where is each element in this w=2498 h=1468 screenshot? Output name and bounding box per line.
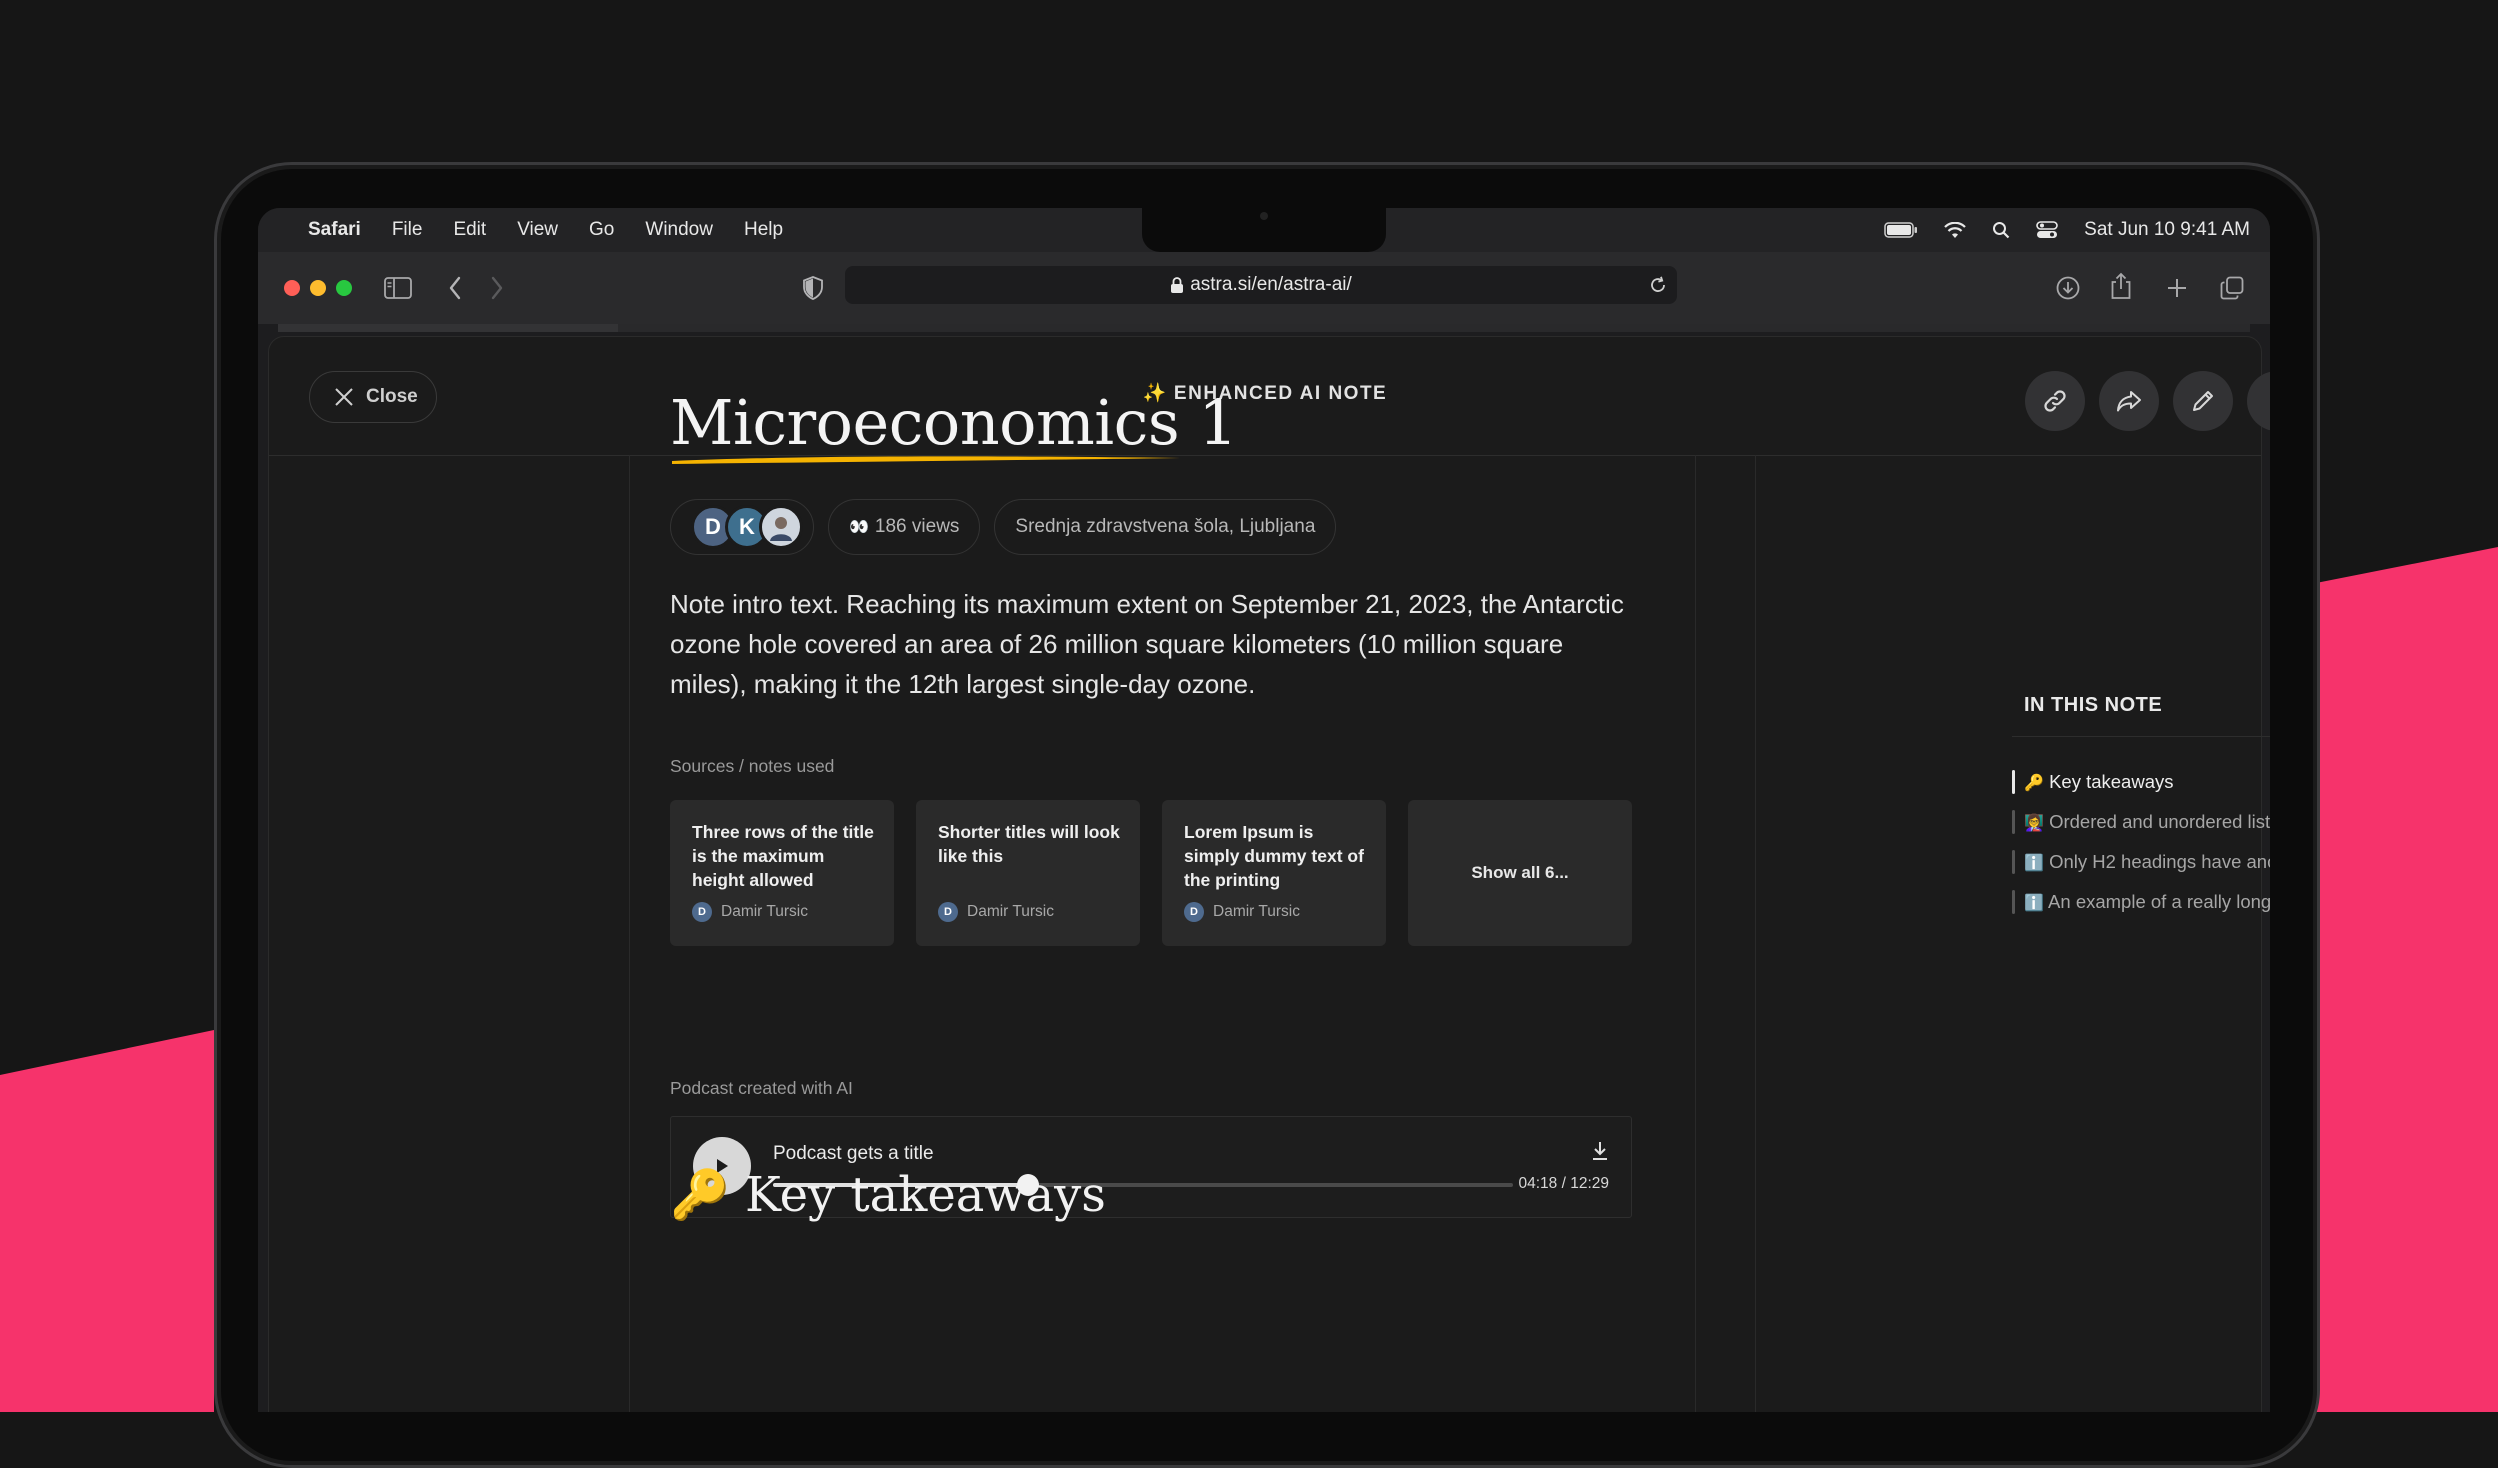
- teacher-icon: 👩‍🏫: [2024, 815, 2044, 832]
- note-intro: Note intro text. Reaching its maximum ex…: [670, 589, 1624, 699]
- download-icon[interactable]: [1591, 1141, 1609, 1161]
- info-icon: ℹ️: [2024, 855, 2044, 872]
- views-pill: 👀 186 views: [828, 499, 981, 555]
- camera-notch: [1142, 208, 1386, 252]
- podcast-time: 04:18 / 12:29: [1518, 1175, 1610, 1192]
- source-card-title: Lorem Ipsum is simply dummy text of the …: [1184, 822, 1364, 890]
- forward-icon[interactable]: [490, 276, 504, 300]
- toc-item-long-heading[interactable]: ℹ️ An example of a really long h2 headin…: [2024, 891, 2270, 913]
- toc-left-border: [1755, 455, 1756, 1412]
- section-heading: 🔑 Key takeaways: [670, 1166, 1106, 1223]
- menu-bar-status: Sat Jun 10 9:41 AM: [1884, 208, 2250, 252]
- url-text: astra.si/en/astra-ai/: [1190, 274, 1352, 295]
- toc-indicator: [2012, 890, 2015, 914]
- toc-item-ordered-lists[interactable]: 👩‍🏫 Ordered and unordered lists: [2024, 811, 2270, 833]
- section-heading-text: Key takeaways: [745, 1167, 1106, 1223]
- toc-divider: [2012, 736, 2270, 737]
- browser-toolbar: astra.si/en/astra-ai/: [258, 252, 2270, 324]
- back-icon[interactable]: [448, 276, 462, 300]
- share-icon[interactable]: [2110, 272, 2132, 300]
- podcast-title: Podcast gets a title: [773, 1143, 934, 1164]
- battery-icon[interactable]: [1884, 222, 1918, 238]
- menu-file[interactable]: File: [392, 219, 423, 241]
- privacy-shield-icon[interactable]: [803, 276, 823, 300]
- edit-button[interactable]: [2173, 371, 2233, 431]
- lock-icon: [1171, 277, 1184, 293]
- pencil-icon: [2193, 391, 2213, 411]
- more-options-button[interactable]: [2247, 371, 2270, 431]
- menu-app-name[interactable]: Safari: [308, 219, 361, 241]
- downloads-icon[interactable]: [2056, 276, 2080, 300]
- toc-item-key-takeaways[interactable]: 🔑 Key takeaways: [2024, 771, 2174, 793]
- info-icon: ℹ️: [2024, 895, 2044, 912]
- window-zoom-button[interactable]: [336, 280, 352, 296]
- spotlight-search-icon[interactable]: [1992, 221, 2010, 239]
- menu-edit[interactable]: Edit: [453, 219, 486, 241]
- tab-overview-icon[interactable]: [2220, 276, 2244, 300]
- reload-icon[interactable]: [1649, 276, 1667, 294]
- title-underline-highlight: [672, 456, 1180, 464]
- note-title: Microeconomics 1: [670, 386, 1238, 459]
- modal-header: Close ✨ ENHANCED AI NOTE: [269, 337, 2270, 456]
- sources-label: Sources / notes used: [670, 756, 835, 776]
- toc-indicator: [2012, 770, 2015, 794]
- source-card[interactable]: Lorem Ipsum is simply dummy text of the …: [1162, 800, 1386, 946]
- window-minimize-button[interactable]: [310, 280, 326, 296]
- toc-title: IN THIS NOTE: [2024, 694, 2163, 716]
- address-bar[interactable]: astra.si/en/astra-ai/: [845, 266, 1677, 304]
- avatar-photo: [759, 505, 803, 549]
- key-icon: 🔑: [2024, 775, 2044, 792]
- copy-link-button[interactable]: [2025, 371, 2085, 431]
- source-card[interactable]: Shorter titles will look like this D Dami…: [916, 800, 1140, 946]
- content-right-border: [1695, 455, 1696, 1412]
- sources-cards: Three rows of the title is the maximum h…: [670, 800, 1632, 946]
- content-left-border: [629, 455, 630, 1412]
- menu-bar-clock[interactable]: Sat Jun 10 9:41 AM: [2084, 219, 2250, 241]
- source-card-title: Three rows of the title is the maximum h…: [692, 822, 874, 890]
- toc-indicator: [2012, 850, 2015, 874]
- views-count: 186 views: [874, 516, 960, 537]
- link-icon: [2044, 390, 2066, 412]
- source-card-author: D Damir Tursic: [938, 902, 1054, 922]
- note-meta: D K 👀 186 views Srednja zdravstvena šola…: [670, 498, 1337, 556]
- share-arrow-icon: [2117, 391, 2141, 412]
- wifi-icon[interactable]: [1944, 221, 1966, 239]
- control-center-icon[interactable]: [2036, 221, 2058, 239]
- source-card-author: D Damir Tursic: [1184, 902, 1300, 922]
- show-all-sources-button[interactable]: Show all 6...: [1408, 800, 1632, 946]
- source-card[interactable]: Three rows of the title is the maximum h…: [670, 800, 894, 946]
- toc-item-h2-anchors[interactable]: ℹ️ Only H2 headings have anchor links: [2024, 851, 2270, 873]
- menu-help[interactable]: Help: [744, 219, 783, 241]
- source-card-title: Shorter titles will look like this: [938, 822, 1120, 866]
- menu-window[interactable]: Window: [645, 219, 713, 241]
- menu-go[interactable]: Go: [589, 219, 614, 241]
- page-background-strip: [278, 324, 2250, 332]
- menu-view[interactable]: View: [517, 219, 558, 241]
- podcast-label: Podcast created with AI: [670, 1078, 853, 1098]
- sidebar-toggle-icon[interactable]: [384, 277, 412, 299]
- eyes-icon: 👀: [849, 519, 869, 536]
- laptop-screen: Safari File Edit View Go Window Help Sat…: [258, 208, 2270, 1412]
- share-button[interactable]: [2099, 371, 2159, 431]
- school-pill[interactable]: Srednja zdravstvena šola, Ljubljana: [994, 499, 1337, 555]
- toc-indicator: [2012, 810, 2015, 834]
- source-card-author: D Damir Tursic: [692, 902, 808, 922]
- modal-title: ✨ ENHANCED AI NOTE: [1142, 383, 1388, 404]
- contributors-pill[interactable]: D K: [670, 499, 814, 555]
- window-close-button[interactable]: [284, 280, 300, 296]
- new-tab-icon[interactable]: [2166, 277, 2188, 299]
- school-name: Srednja zdravstvena šola, Ljubljana: [1015, 516, 1316, 537]
- key-icon: 🔑: [670, 1167, 730, 1223]
